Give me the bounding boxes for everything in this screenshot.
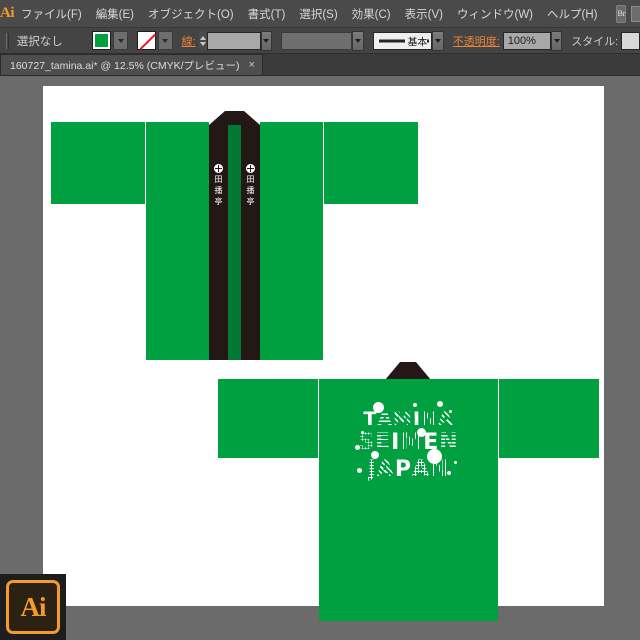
stroke-style-dropdown[interactable] xyxy=(352,30,364,51)
collar-right-char-3: 亭 xyxy=(246,197,255,206)
document-tab-bar: 160727_tamina.ai* @ 12.5% (CMYK/プレビュー) × xyxy=(0,54,640,76)
stroke-weight-input[interactable] xyxy=(206,31,261,50)
front-collar-right-band xyxy=(241,125,260,360)
back-neck-wedge xyxy=(385,362,431,380)
menu-select[interactable]: 選択(S) xyxy=(292,0,344,28)
print-glyph: A xyxy=(377,408,393,430)
back-left-sleeve xyxy=(218,379,318,458)
stroke-weight-label[interactable]: 線: xyxy=(182,33,196,49)
print-glyph: S xyxy=(358,430,375,455)
opacity-label[interactable]: 不透明度: xyxy=(453,33,500,49)
chevron-down-icon xyxy=(117,38,124,43)
crest-icon xyxy=(246,164,255,173)
stroke-color-control[interactable] xyxy=(136,31,173,50)
stroke-profile-select[interactable]: 基本 xyxy=(372,31,433,50)
chevron-down-icon xyxy=(355,38,362,43)
stroke-weight-dropdown[interactable] xyxy=(260,30,273,51)
document-tab-title: 160727_tamina.ai* @ 12.5% (CMYK/プレビュー) xyxy=(10,59,240,72)
stroke-weight-stepper[interactable] xyxy=(198,31,207,50)
fill-swatch-dropdown[interactable] xyxy=(113,31,129,50)
chevron-down-icon xyxy=(162,38,169,43)
opacity-dropdown[interactable] xyxy=(550,30,563,51)
back-print-line-3: J A P A N xyxy=(355,457,461,481)
print-glyph: J xyxy=(367,457,376,482)
app-splash-logo: Ai xyxy=(6,580,60,634)
control-bar: 選択なし 線: 基本 不透明度: 100% スタイル: xyxy=(0,28,640,54)
collar-left-char-3: 亭 xyxy=(214,197,223,206)
control-bar-grip[interactable] xyxy=(6,32,9,49)
print-glyph: N xyxy=(439,430,458,455)
stroke-style-input[interactable] xyxy=(280,31,353,50)
front-right-sleeve xyxy=(324,122,418,204)
back-print-logo: T A M I N A S E I M E N J A P A N xyxy=(355,401,461,485)
front-right-body xyxy=(260,122,323,204)
print-glyph: A xyxy=(411,457,429,482)
front-left-body xyxy=(146,122,209,204)
document-tab[interactable]: 160727_tamina.ai* @ 12.5% (CMYK/プレビュー) × xyxy=(0,54,263,75)
back-print-line-1: T A M I N A xyxy=(355,405,461,429)
opacity-input[interactable]: 100% xyxy=(502,31,551,50)
fill-swatch[interactable] xyxy=(92,31,112,50)
front-right-lower-body xyxy=(260,204,323,360)
menu-help[interactable]: ヘルプ(H) xyxy=(540,0,604,28)
menu-bar: Ai ファイル(F) 編集(E) オブジェクト(O) 書式(T) 選択(S) 効… xyxy=(0,0,640,28)
graphic-style-label: スタイル: xyxy=(571,35,619,48)
stroke-swatch-dropdown[interactable] xyxy=(157,31,173,50)
print-glyph: M xyxy=(393,408,412,430)
front-collar-left-band xyxy=(209,125,228,360)
print-glyph: N xyxy=(429,457,449,482)
print-glyph: M xyxy=(400,430,423,455)
app-logo-icon: Ai xyxy=(0,5,15,21)
front-left-lower-body xyxy=(146,204,209,360)
print-glyph: P xyxy=(394,457,411,482)
front-collar-shoulder xyxy=(209,111,260,125)
close-icon[interactable]: × xyxy=(249,59,255,71)
front-collar-left-text: 田 播 亭 xyxy=(213,164,224,206)
stroke-profile-label: 基本 xyxy=(405,33,428,48)
print-glyph: N xyxy=(421,408,437,430)
print-glyph: A xyxy=(437,408,453,430)
selection-status: 選択なし xyxy=(16,35,63,48)
collar-left-char-1: 田 xyxy=(214,175,223,184)
menu-edit[interactable]: 編集(E) xyxy=(89,0,141,28)
print-glyph: I xyxy=(391,430,400,455)
back-right-sleeve xyxy=(499,379,599,458)
front-left-sleeve xyxy=(51,122,145,204)
fill-swatch-color xyxy=(95,34,109,47)
print-glyph: E xyxy=(423,430,439,455)
print-glyph: E xyxy=(375,430,391,455)
chevron-down-icon xyxy=(435,38,442,43)
graphic-style-swatch[interactable] xyxy=(621,31,640,50)
menu-effect[interactable]: 効果(C) xyxy=(345,0,398,28)
chevron-down-icon xyxy=(263,38,270,43)
canvas-work-area[interactable]: 田 播 亭 田 播 亭 T A M I N A S E I M E N J A … xyxy=(0,76,640,640)
collar-right-char-2: 播 xyxy=(246,186,255,195)
front-collar-center-strip xyxy=(228,125,241,360)
stepper-down-icon xyxy=(199,41,206,46)
bridge-button[interactable]: Br xyxy=(616,4,627,23)
menu-type[interactable]: 書式(T) xyxy=(241,0,293,28)
back-print-line-2: S E I M E N xyxy=(355,430,461,454)
collar-right-char-1: 田 xyxy=(246,175,255,184)
stepper-up-icon xyxy=(199,35,206,40)
menu-window[interactable]: ウィンドウ(W) xyxy=(450,0,540,28)
print-glyph: A xyxy=(376,457,394,482)
menu-object[interactable]: オブジェクト(O) xyxy=(141,0,241,28)
workspace-switcher[interactable] xyxy=(631,5,640,22)
workspace-switcher-icon xyxy=(631,5,640,22)
stroke-profile-dropdown[interactable] xyxy=(432,30,444,51)
collar-left-char-2: 播 xyxy=(214,186,223,195)
chevron-down-icon xyxy=(553,38,560,43)
fill-color-control[interactable] xyxy=(92,31,129,50)
menu-view[interactable]: 表示(V) xyxy=(398,0,450,28)
front-collar-right-text: 田 播 亭 xyxy=(245,164,256,206)
stroke-swatch-none[interactable] xyxy=(136,31,156,50)
crest-icon xyxy=(214,164,223,173)
illustrator-window: Ai ファイル(F) 編集(E) オブジェクト(O) 書式(T) 選択(S) 効… xyxy=(0,0,640,640)
print-glyph: I xyxy=(412,408,421,430)
artboard[interactable]: 田 播 亭 田 播 亭 T A M I N A S E I M E N J A … xyxy=(43,86,604,621)
menu-file[interactable]: ファイル(F) xyxy=(14,0,89,28)
print-glyph: T xyxy=(363,408,377,430)
